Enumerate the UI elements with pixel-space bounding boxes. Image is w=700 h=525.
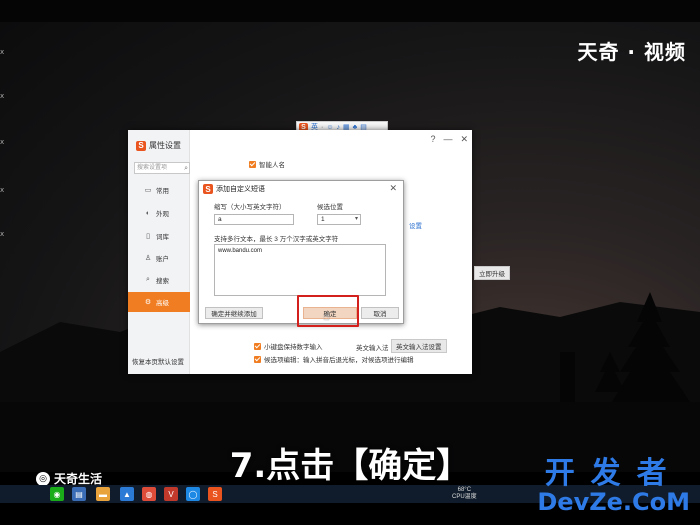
checkbox-checked[interactable] <box>254 342 261 350</box>
english-input-label: 英文输入法 <box>356 345 389 352</box>
close-icon[interactable]: ✕ <box>389 183 397 194</box>
abbr-input[interactable]: a <box>214 214 294 225</box>
brand-bottom-right: 开发者 DevZe.CoM <box>537 456 690 516</box>
option-candidate-edit[interactable]: 候选项编辑：输入拼音后退光标，对候选项进行编辑 <box>254 354 414 364</box>
mouse-cursor-icon: ☝ <box>323 311 330 323</box>
book-icon: ▯ <box>146 233 150 240</box>
dialog-title: S 添加自定义短语 <box>203 184 265 194</box>
sidebar-item-label: 账户 <box>156 256 169 263</box>
sogou-logo-icon: S <box>136 140 146 151</box>
chevron-down-icon: ▾ <box>354 216 358 222</box>
help-icon[interactable]: ? <box>430 134 435 145</box>
option-smart-name[interactable]: 智能人名 <box>249 159 285 169</box>
add-continue-button[interactable]: 确定并继续添加 <box>205 307 263 319</box>
temp-value: 68°C <box>457 487 472 493</box>
english-input-settings-button[interactable]: 英文输入法设置 <box>391 339 447 353</box>
user-icon: ♙ <box>144 255 152 262</box>
app-icon[interactable]: V <box>164 487 178 501</box>
option-label: 小键盘保持数字输入 <box>264 344 323 351</box>
sidebar-item-label: 高级 <box>156 300 169 307</box>
temp-label: CPU温度 <box>452 494 477 500</box>
minimize-icon[interactable]: — <box>443 134 452 145</box>
option-small-kb-number[interactable]: 小键盘保持数字输入 <box>254 341 323 351</box>
search-placeholder: 搜索设置项 <box>137 165 168 171</box>
option-label: 智能人名 <box>259 162 285 169</box>
position-select[interactable]: 1 ▾ <box>317 214 361 225</box>
settings-title-text: 属性设置 <box>149 141 181 150</box>
brand-cn: 开发者 <box>544 456 683 491</box>
sidebar-item-label: 常用 <box>156 188 169 195</box>
abbr-label: 缩写（大小写英文字符） <box>214 204 286 211</box>
sidebar-item-search[interactable]: ⌕ 搜索 <box>128 270 190 290</box>
phrase-content-textarea[interactable]: www.bandu.com <box>214 244 386 296</box>
sidebar-item-label: 词库 <box>156 234 169 241</box>
gear-icon: ⚙ <box>144 299 152 306</box>
folder-icon[interactable]: ▬ <box>96 487 110 501</box>
sidebar-item-advanced[interactable]: ⚙ 高级 <box>128 292 190 312</box>
window-controls: ? — ✕ <box>430 134 468 145</box>
restore-defaults-link[interactable]: 恢复本页默认设置 <box>132 356 184 366</box>
sidebar-item-dictionary[interactable]: ▯ 词库 <box>128 226 190 246</box>
monitor-icon: ▭ <box>144 187 152 194</box>
sidebar-item-label: 外观 <box>156 211 169 218</box>
upgrade-button[interactable]: 立即升级 <box>474 266 510 280</box>
settings-sidebar: S 属性设置 搜索设置项 ⌕ ▭ 常用 ◐ 外观 ▯ 词库 ♙ 账户 ⌕ 搜索 … <box>128 130 190 374</box>
position-label: 候选位置 <box>317 204 343 211</box>
checkbox-checked[interactable] <box>254 355 261 363</box>
edge-marks: x x x x x <box>0 48 5 238</box>
sogou-taskbar-icon[interactable]: S <box>208 487 222 501</box>
brand-logo-icon: ◎ <box>36 471 50 486</box>
sidebar-item-common[interactable]: ▭ 常用 <box>128 180 190 200</box>
desktop: x x x x x 天奇 · 视频 S 英 · ☺ ♪ ▦ ♣ ▤ S 属性设置… <box>0 0 700 525</box>
search-icon: ⌕ <box>146 276 150 283</box>
settings-search-input[interactable]: 搜索设置项 ⌕ <box>134 162 190 174</box>
settings-title: S 属性设置 <box>136 140 181 151</box>
app-icon[interactable]: ▤ <box>72 487 86 501</box>
option-label: 候选项编辑：输入拼音后退光标，对候选项进行编辑 <box>264 357 414 364</box>
app-icon[interactable]: ◯ <box>186 487 200 501</box>
wechat-icon[interactable]: ◉ <box>50 487 64 501</box>
cancel-button[interactable]: 取消 <box>361 307 399 319</box>
search-icon[interactable]: ⌕ <box>184 164 188 174</box>
settings-link[interactable]: 设置 <box>405 219 426 231</box>
close-icon[interactable]: ✕ <box>460 134 468 145</box>
top-black-bar <box>0 0 700 22</box>
checkbox-checked[interactable] <box>249 160 256 168</box>
dialog-title-text: 添加自定义短语 <box>216 186 265 193</box>
sidebar-item-account[interactable]: ♙ 账户 <box>128 248 190 268</box>
position-value: 1 <box>321 216 325 223</box>
cpu-temperature: 68°C CPU温度 <box>452 487 477 501</box>
chrome-icon[interactable]: ◍ <box>142 487 156 501</box>
palette-icon: ◐ <box>145 209 151 217</box>
sogou-logo-icon: S <box>203 184 213 194</box>
app-icon[interactable]: ▲ <box>120 487 134 501</box>
watermark-logo: 天奇 · 视频 <box>577 40 686 64</box>
sidebar-item-appearance[interactable]: ◐ 外观 <box>128 203 190 223</box>
sidebar-item-label: 搜索 <box>156 278 169 285</box>
content-label: 支持多行文本，最长 3 万个汉字或英文字符 <box>214 236 339 243</box>
brand-en: DevZe.CoM <box>537 488 690 516</box>
